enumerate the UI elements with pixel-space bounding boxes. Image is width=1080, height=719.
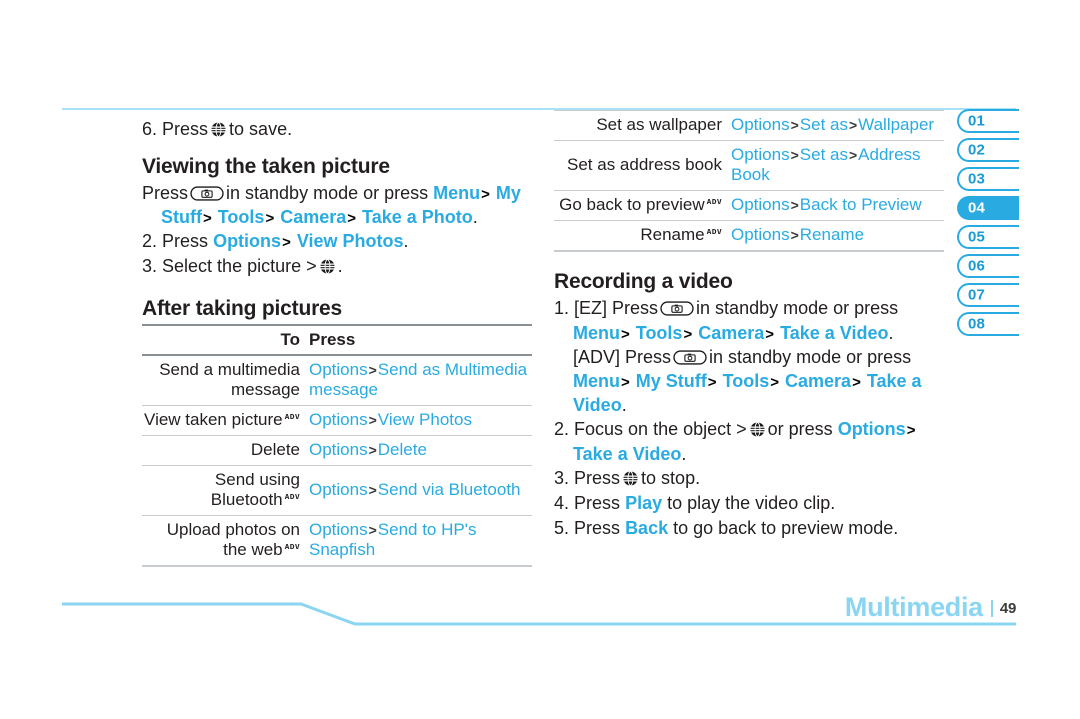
manual-page: 6. Press to save. Viewing the taken pictu… bbox=[0, 0, 1080, 719]
page-number: 49 bbox=[990, 600, 1016, 617]
footer-section-title: Multimedia bbox=[844, 592, 983, 622]
footer: Multimedia 49 bbox=[0, 592, 1016, 623]
